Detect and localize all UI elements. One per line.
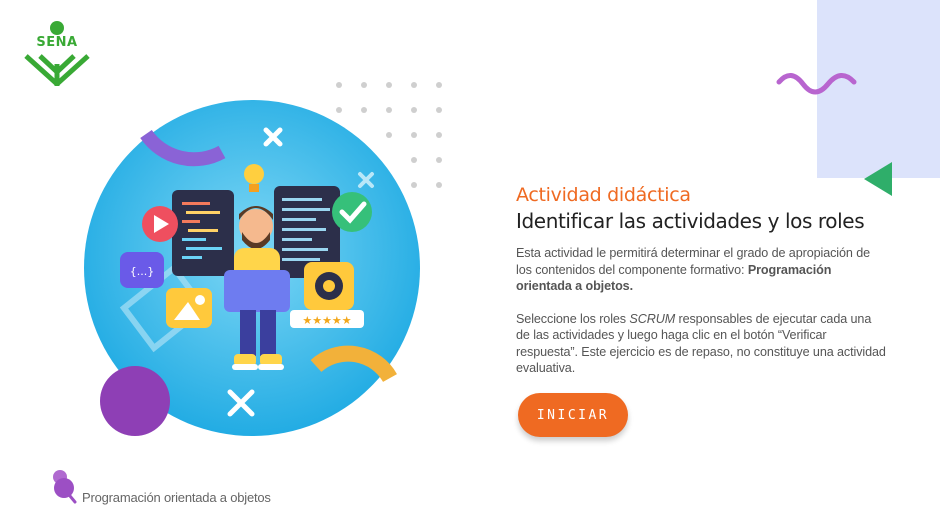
- activity-subtitle: Actividad didáctica: [516, 184, 691, 206]
- activity-intro: Esta actividad le permitirá determinar e…: [516, 245, 886, 295]
- squiggle-decoration: [776, 73, 857, 95]
- course-name: Programación orientada a objetos: [82, 490, 271, 505]
- rating-stars: ★★★★★: [302, 314, 351, 327]
- pushpin-icon: [53, 470, 77, 504]
- sena-logo-graphic: [24, 21, 90, 88]
- instructions-scrum: SCRUM: [629, 311, 676, 326]
- activity-title: Identificar las actividades y los roles: [516, 209, 865, 233]
- purple-ball-decoration: [100, 366, 170, 436]
- activity-content: Actividad didáctica Identificar las acti…: [516, 184, 886, 377]
- check-icon: [332, 192, 372, 232]
- start-button[interactable]: INICIAR: [518, 393, 628, 437]
- logo-text: SENA: [36, 35, 78, 50]
- code-brace-text: {...}: [130, 265, 155, 278]
- laptop: [224, 270, 290, 312]
- sena-logo: SENA: [22, 20, 92, 88]
- instructions-text-start: Seleccione los roles: [516, 311, 630, 326]
- activity-instructions: Seleccione los roles SCRUM responsables …: [516, 311, 886, 377]
- lightbulb-icon: [244, 164, 264, 184]
